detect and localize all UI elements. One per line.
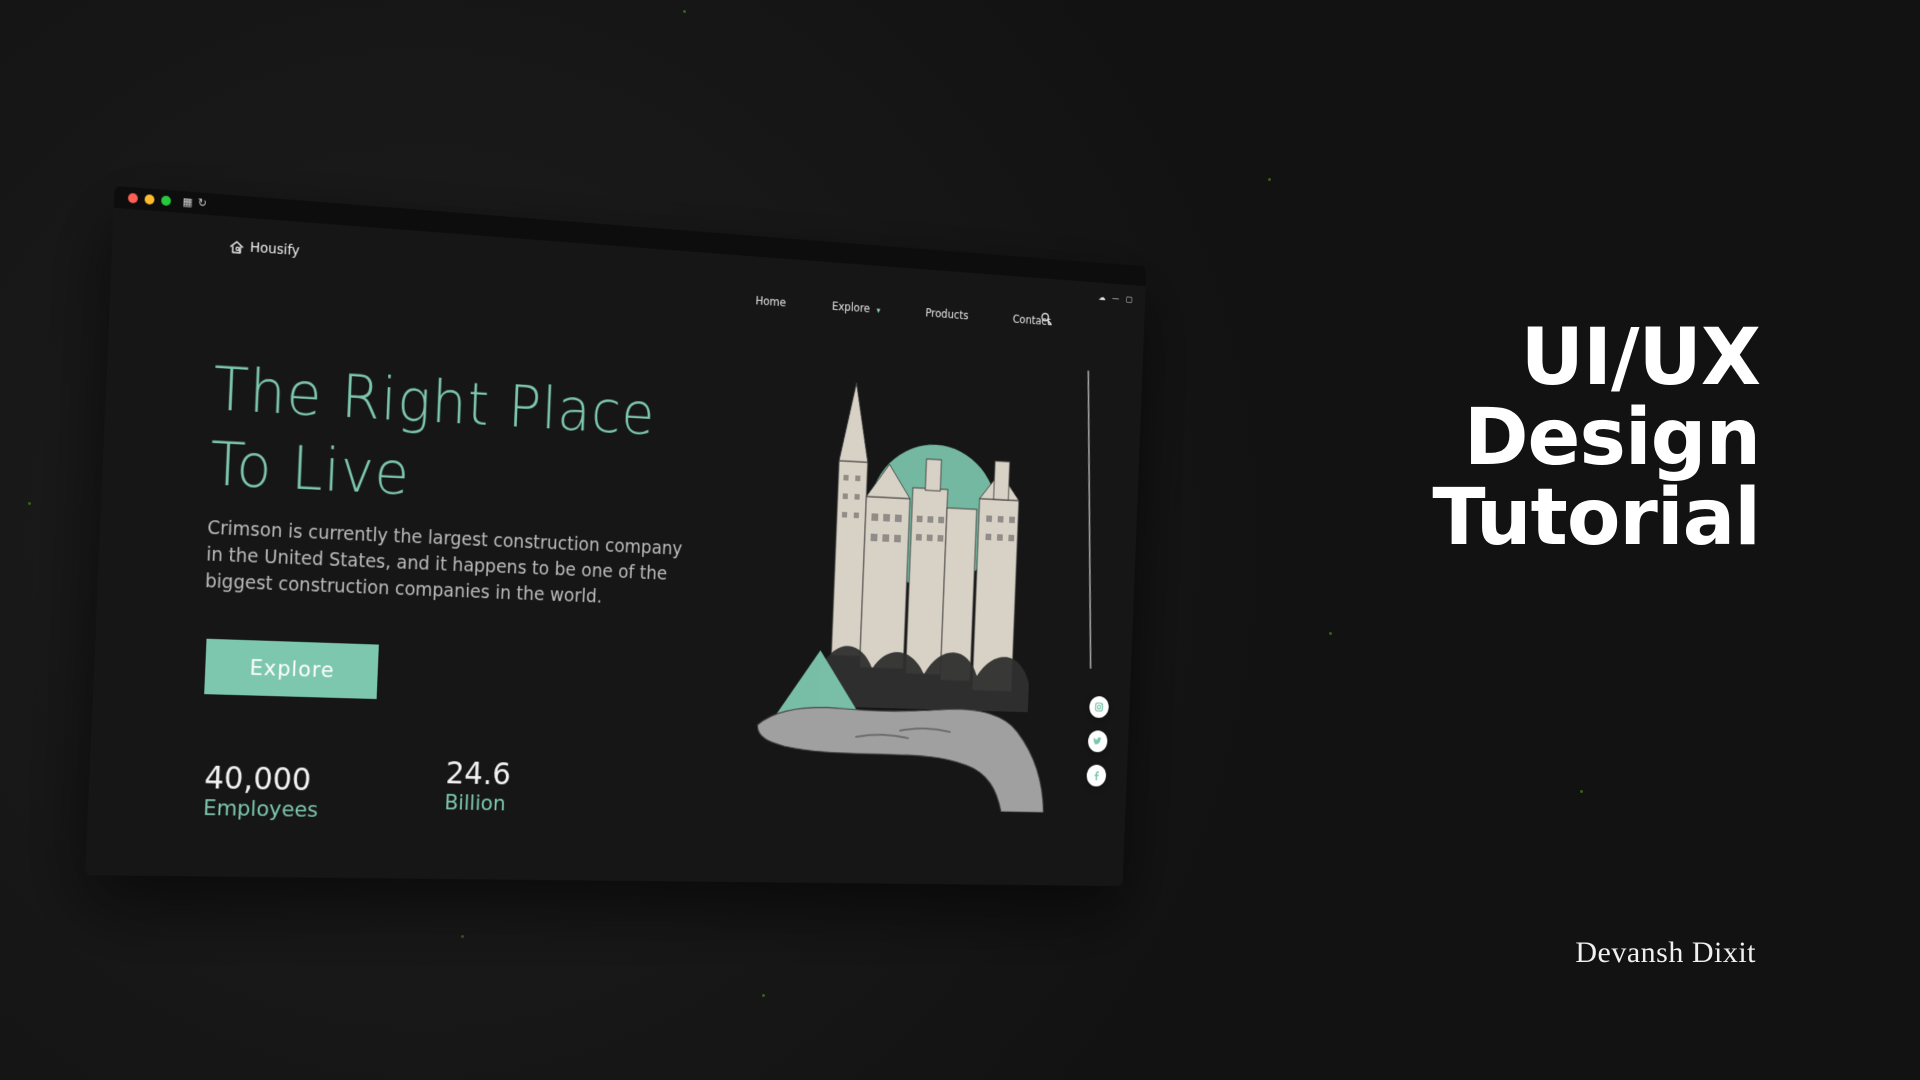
cloud-icon[interactable]: ☁ (1098, 293, 1106, 303)
background-speck (461, 935, 464, 938)
maximize-window-button[interactable] (161, 195, 171, 206)
browser-titlebar: ▦ ↻ (114, 186, 1147, 286)
nav-item-home[interactable]: Home (755, 294, 786, 309)
stat-employees-label: Employees (203, 795, 319, 825)
stat-billion-value: 24.6 (445, 753, 512, 793)
house-search-icon (229, 238, 245, 255)
search-button[interactable] (1039, 311, 1053, 330)
design-tutorial-slide: ▦ ↻ Housify Home Explore ▾ Products Cont… (0, 0, 1920, 1080)
chevron-down-icon: ▾ (876, 306, 880, 315)
site-logo[interactable]: Housify (229, 238, 300, 259)
site-brand-name: Housify (250, 240, 300, 259)
stat-billion: 24.6 Billion (444, 753, 512, 818)
tutorial-title: UI/UX Design Tutorial (1432, 318, 1760, 558)
site-window-controls: ☁ — ▢ (1098, 293, 1132, 305)
hand (754, 703, 1047, 812)
explore-button[interactable]: Explore (204, 639, 379, 699)
nav-item-explore[interactable]: Explore ▾ (832, 300, 881, 316)
facebook-icon (1091, 769, 1103, 782)
hero-description: Crimson is currently the largest constru… (205, 515, 703, 614)
hero-title: The Right Place To Live (208, 352, 777, 529)
browser-window: ▦ ↻ Housify Home Explore ▾ Products Cont… (85, 186, 1146, 886)
refresh-icon[interactable]: ↻ (198, 196, 207, 211)
background-speck (762, 994, 765, 997)
background-speck (683, 10, 686, 13)
twitter-icon (1092, 735, 1104, 748)
author-name: Devansh Dixit (1575, 935, 1756, 971)
hero-illustration (718, 366, 1062, 813)
grid-icon[interactable]: ▦ (182, 195, 193, 210)
background-speck (1268, 178, 1271, 181)
social-links (1086, 696, 1109, 787)
instagram-icon (1093, 701, 1105, 714)
twitter-button[interactable] (1088, 730, 1108, 752)
city-buildings (830, 382, 1023, 692)
decorative-vertical-line (1087, 371, 1091, 669)
stat-employees-value: 40,000 (204, 758, 320, 800)
background-speck (1580, 790, 1583, 793)
nav-item-products[interactable]: Products (925, 306, 968, 322)
search-icon (1039, 312, 1053, 330)
background-speck (1329, 632, 1332, 635)
site-nav: Home Explore ▾ Products Contact (755, 294, 1051, 328)
nav-item-explore-label: Explore (832, 300, 871, 316)
minimize-window-button[interactable] (144, 194, 154, 205)
stat-billion-label: Billion (444, 790, 510, 818)
instagram-button[interactable] (1089, 696, 1109, 718)
background-speck (28, 502, 31, 505)
square-icon[interactable]: ▢ (1125, 295, 1132, 304)
close-window-button[interactable] (128, 193, 138, 204)
minus-icon[interactable]: — (1112, 294, 1120, 304)
facebook-button[interactable] (1086, 765, 1106, 787)
stat-employees: 40,000 Employees (203, 758, 321, 825)
